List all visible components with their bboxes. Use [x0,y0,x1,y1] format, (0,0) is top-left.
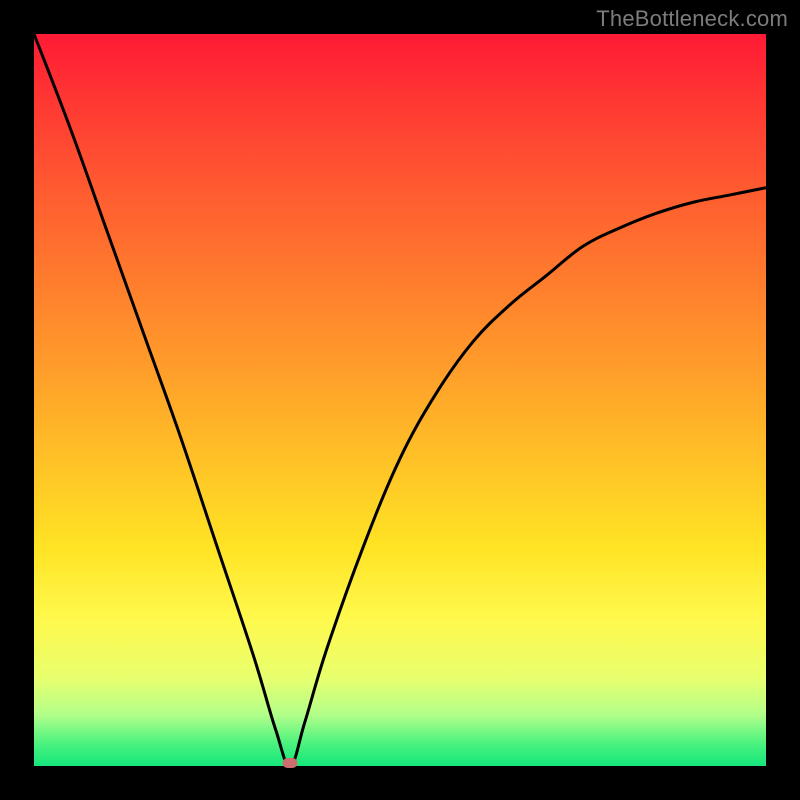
watermark-text: TheBottleneck.com [596,6,788,32]
minimum-marker [283,758,298,768]
plot-area [34,34,766,766]
curve-line [34,34,766,766]
chart-frame: TheBottleneck.com [0,0,800,800]
bottleneck-curve [34,34,766,766]
